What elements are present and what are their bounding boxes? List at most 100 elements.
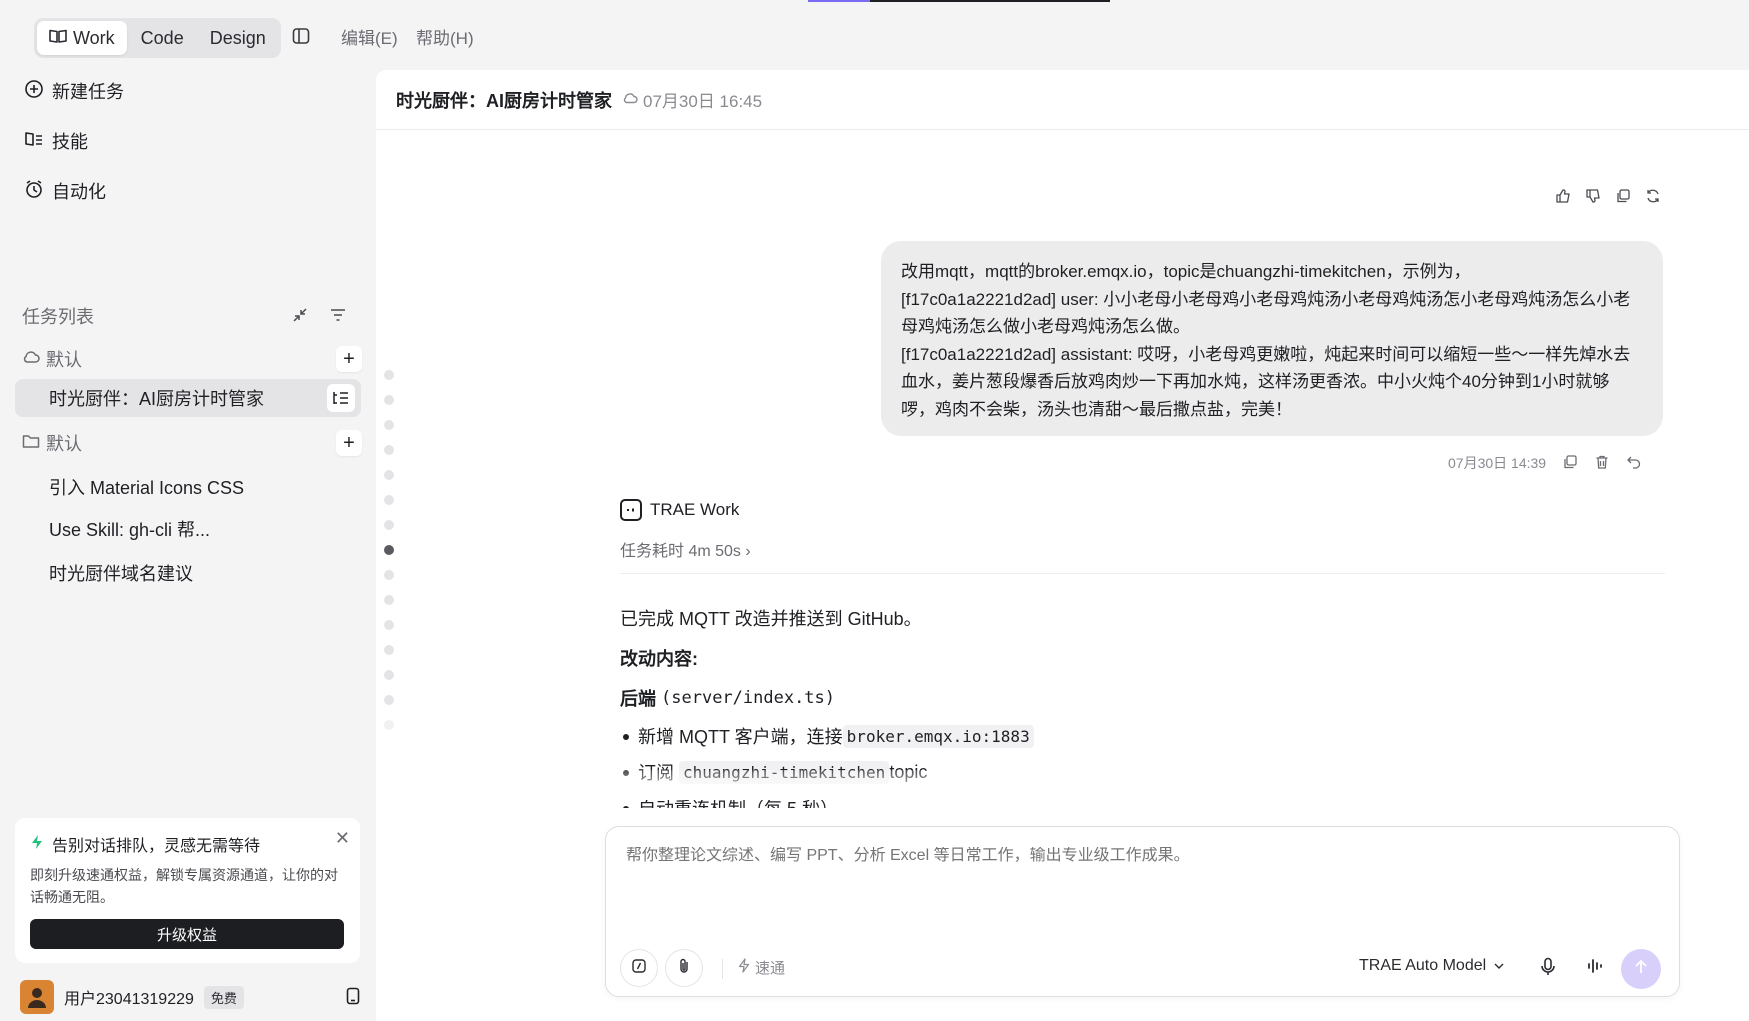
timeline-dot[interactable] bbox=[384, 645, 394, 655]
nav-automation[interactable]: 自动化 bbox=[24, 174, 106, 208]
nav-skills[interactable]: 技能 bbox=[24, 124, 88, 158]
menu-help[interactable]: 帮助(H) bbox=[416, 24, 474, 49]
cloud-icon bbox=[622, 90, 638, 110]
close-icon[interactable]: ✕ bbox=[335, 828, 350, 849]
command-button[interactable] bbox=[620, 949, 658, 987]
changes-heading: 改动内容: bbox=[620, 649, 698, 669]
timeline-dot[interactable] bbox=[384, 720, 394, 730]
timeline-dot[interactable] bbox=[384, 395, 394, 405]
nav-new-task-label: 新建任务 bbox=[52, 82, 124, 102]
menu-edit[interactable]: 编辑(E) bbox=[341, 24, 398, 49]
lightning-icon bbox=[738, 958, 750, 977]
send-button[interactable] bbox=[1621, 949, 1661, 989]
alarm-icon bbox=[24, 179, 44, 204]
promo-title-row: 告别对话排队，灵感无需等待 bbox=[30, 832, 345, 856]
timeline-dot[interactable] bbox=[384, 470, 394, 480]
nav-automation-label: 自动化 bbox=[52, 182, 106, 202]
sidebar-toggle-icon[interactable] bbox=[290, 25, 312, 47]
model-selector[interactable]: TRAE Auto Model bbox=[1359, 957, 1504, 975]
thumbs-up-icon[interactable] bbox=[1554, 187, 1572, 205]
upgrade-button[interactable]: 升级权益 bbox=[30, 919, 344, 949]
timeline-dot[interactable] bbox=[384, 420, 394, 430]
plan-badge: 免费 bbox=[203, 985, 244, 1009]
timeline-dot-active[interactable] bbox=[384, 545, 394, 555]
task-date: 07月30日 16:45 bbox=[622, 87, 762, 112]
cloud-icon bbox=[22, 349, 40, 370]
backend-heading: 后端 (server/index.ts) bbox=[620, 678, 1665, 718]
task-duration-text: 任务耗时 4m 50s bbox=[620, 543, 741, 560]
add-task-button[interactable]: + bbox=[336, 430, 362, 456]
message-toolbar bbox=[1554, 187, 1662, 205]
task-header: 时光厨伴：AI厨房计时管家 07月30日 16:45 bbox=[376, 70, 1749, 130]
filter-icon[interactable] bbox=[327, 304, 349, 326]
message-time: 07月30日 14:39 bbox=[1448, 455, 1547, 471]
assistant-message: TRAE Work 任务耗时 4m 50s › 已完成 MQTT 改造并推送到 … bbox=[620, 495, 1665, 808]
user-message-line: [f17c0a1a2221d2ad] assistant: 哎呀，小老母鸡更嫩啦… bbox=[901, 344, 1631, 419]
task-label: 时光厨伴：AI厨房计时管家 bbox=[49, 389, 265, 409]
tab-work-label: Work bbox=[73, 27, 115, 48]
task-item[interactable]: 引入 Material Icons CSS bbox=[15, 468, 361, 506]
user-profile[interactable]: 用户23041319229 免费 bbox=[20, 979, 360, 1015]
copy-icon[interactable] bbox=[1614, 187, 1632, 205]
timeline-dot[interactable] bbox=[384, 445, 394, 455]
task-item[interactable]: 时光厨伴域名建议 bbox=[15, 554, 361, 592]
speed-label: 速通 bbox=[755, 960, 786, 977]
top-bar: Work Code Design 编辑(E) 帮助(H) bbox=[0, 0, 1749, 70]
summary-text: 已完成 MQTT 改造并推送到 GitHub。 bbox=[620, 609, 922, 629]
group-default-folder[interactable]: 默认 + bbox=[22, 427, 362, 459]
timeline-dot[interactable] bbox=[384, 670, 394, 680]
chevron-right-icon: › bbox=[745, 543, 751, 560]
divider bbox=[722, 959, 723, 979]
backend-file: (server/index.ts) bbox=[661, 688, 836, 708]
trae-logo-icon bbox=[620, 499, 642, 521]
voice-wave-icon[interactable] bbox=[1587, 957, 1603, 980]
collapse-icon[interactable] bbox=[289, 304, 311, 326]
timeline-dot[interactable] bbox=[384, 620, 394, 630]
tab-code[interactable]: Code bbox=[129, 21, 196, 55]
inline-code: broker.emqx.io:1883 bbox=[842, 724, 1034, 748]
book-list-icon bbox=[24, 129, 44, 154]
nav-skills-label: 技能 bbox=[52, 132, 88, 152]
tab-work[interactable]: Work bbox=[37, 21, 127, 55]
add-task-button[interactable]: + bbox=[336, 346, 362, 372]
group-label: 默认 bbox=[46, 434, 82, 454]
thumbs-down-icon[interactable] bbox=[1584, 187, 1602, 205]
task-item[interactable]: 时光厨伴：AI厨房计时管家 bbox=[15, 379, 361, 417]
plus-circle-icon bbox=[24, 79, 44, 104]
device-icon[interactable] bbox=[346, 987, 360, 1010]
promo-title: 告别对话排队，灵感无需等待 bbox=[52, 838, 261, 855]
avatar[interactable] bbox=[20, 980, 54, 1014]
task-item[interactable]: Use Skill: gh-cli 帮... bbox=[15, 510, 361, 548]
prompt-input[interactable] bbox=[626, 847, 1656, 865]
backend-heading-label: 后端 bbox=[620, 689, 656, 709]
delete-icon[interactable] bbox=[1594, 454, 1610, 473]
lightning-icon bbox=[30, 834, 44, 855]
attach-button[interactable] bbox=[665, 949, 703, 987]
undo-icon[interactable] bbox=[1626, 454, 1642, 473]
tab-design[interactable]: Design bbox=[198, 21, 278, 55]
timeline-dot[interactable] bbox=[384, 520, 394, 530]
content-fade bbox=[620, 770, 1665, 800]
speed-toggle[interactable]: 速通 bbox=[738, 957, 785, 978]
user-message-meta: 07月30日 14:39 bbox=[1448, 453, 1642, 473]
timeline-dot[interactable] bbox=[384, 570, 394, 580]
task-outline-icon[interactable] bbox=[327, 384, 355, 412]
bullet-text: 新增 MQTT 客户端，连接 bbox=[638, 727, 843, 747]
copy-icon[interactable] bbox=[1562, 454, 1578, 473]
book-icon bbox=[49, 28, 67, 49]
paperclip-icon bbox=[677, 957, 691, 980]
refresh-icon[interactable] bbox=[1644, 187, 1662, 205]
timeline-dot[interactable] bbox=[384, 695, 394, 705]
window-drag-indicator bbox=[808, 0, 1110, 2]
mode-switch: Work Code Design bbox=[34, 18, 281, 58]
microphone-icon[interactable] bbox=[1540, 957, 1556, 982]
timeline-dot[interactable] bbox=[384, 595, 394, 605]
nav-new-task[interactable]: 新建任务 bbox=[24, 74, 124, 108]
task-label: 引入 Material Icons CSS bbox=[49, 478, 245, 498]
task-duration[interactable]: 任务耗时 4m 50s › bbox=[620, 537, 1665, 574]
arrow-up-icon bbox=[1634, 959, 1648, 980]
tab-design-label: Design bbox=[209, 27, 266, 48]
group-default-cloud[interactable]: 默认 + bbox=[22, 343, 362, 375]
timeline-dot[interactable] bbox=[384, 370, 394, 380]
timeline-dot[interactable] bbox=[384, 495, 394, 505]
